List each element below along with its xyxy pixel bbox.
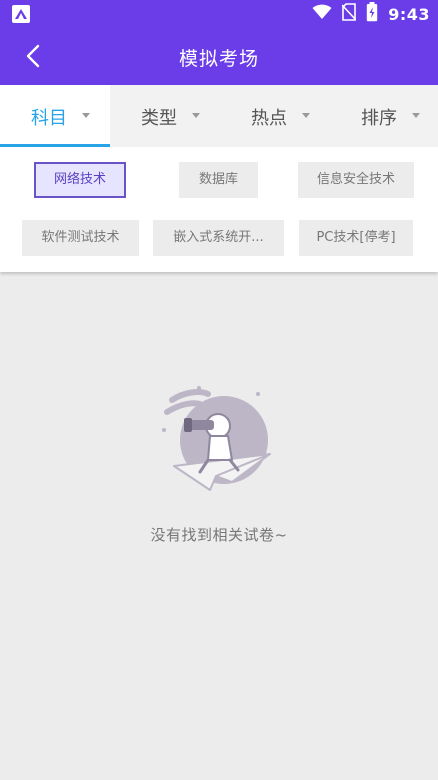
option-pc-tech[interactable]: PC技术[停考]: [299, 220, 413, 256]
option-database[interactable]: 数据库: [179, 162, 258, 198]
status-bar: 9:43: [0, 0, 438, 28]
caret-down-icon: [192, 113, 200, 118]
screen: 9:43 模拟考场 科目 类型 热点 排序 网络技术 数据库 信息安全技术 软件…: [0, 0, 438, 780]
filter-tabs: 科目 类型 热点 排序: [0, 85, 438, 147]
tab-subject[interactable]: 科目: [0, 85, 110, 147]
tab-label: 热点: [251, 108, 287, 129]
empty-state-illustration: [152, 378, 278, 504]
caret-down-icon: [412, 113, 420, 118]
app-bar: 模拟考场: [0, 28, 438, 85]
caret-down-icon: [82, 113, 90, 118]
wifi-icon: [312, 4, 332, 24]
status-time: 9:43: [388, 4, 430, 24]
tab-hot[interactable]: 热点: [220, 85, 330, 147]
tab-label: 排序: [361, 108, 397, 129]
option-info-security[interactable]: 信息安全技术: [298, 162, 414, 198]
app-notification-icon: [12, 5, 30, 23]
empty-state-message: 没有找到相关试卷~: [150, 526, 288, 544]
no-sim-icon: [341, 3, 357, 25]
tab-type[interactable]: 类型: [110, 85, 220, 147]
tab-label: 类型: [141, 108, 177, 129]
caret-down-icon: [302, 113, 310, 118]
tab-label: 科目: [31, 108, 67, 129]
tab-sort[interactable]: 排序: [330, 85, 438, 147]
active-tab-indicator: [0, 144, 110, 147]
filter-panel: 科目 类型 热点 排序 网络技术 数据库 信息安全技术 软件测试技术 嵌入式系统…: [0, 85, 438, 272]
battery-charging-icon: [366, 2, 378, 26]
astronaut-telescope-icon: [162, 386, 271, 491]
option-network-tech[interactable]: 网络技术: [34, 162, 126, 198]
option-embedded-systems[interactable]: 嵌入式系统开...: [153, 220, 284, 256]
option-software-testing[interactable]: 软件测试技术: [22, 220, 139, 256]
page-title: 模拟考场: [178, 48, 259, 70]
